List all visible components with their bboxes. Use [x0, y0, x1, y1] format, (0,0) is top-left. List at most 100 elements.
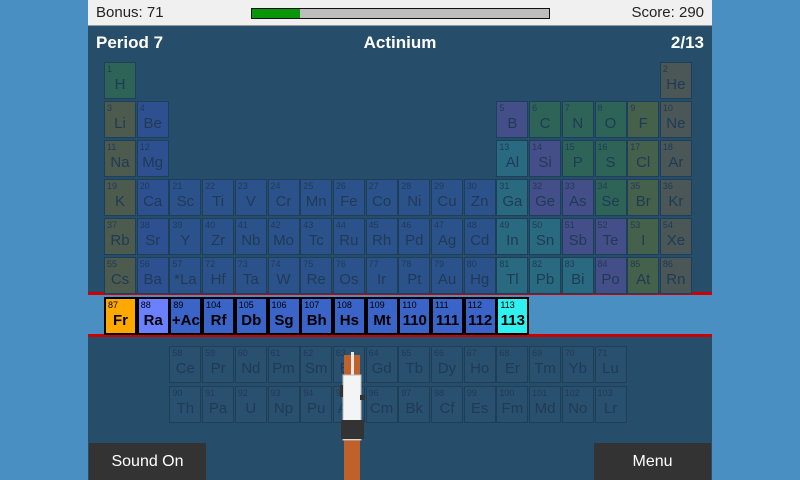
element-cell-tl[interactable]: 81 Tl	[496, 257, 529, 294]
element-cell-os[interactable]: 76 Os	[332, 257, 365, 294]
element-cell-nd[interactable]: 60 Nd	[234, 346, 267, 383]
element-cell-co[interactable]: 27 Co	[365, 179, 398, 216]
element-cell-fm[interactable]: 100 Fm	[496, 386, 529, 423]
element-cell-au[interactable]: 79 Au	[431, 257, 463, 294]
element-cell-cu[interactable]: 29 Cu	[431, 179, 463, 216]
element-cell-mo[interactable]: 42 Mo	[267, 218, 300, 255]
element-cell-hs[interactable]: 108 Hs	[332, 297, 366, 335]
menu-button[interactable]: Menu	[594, 443, 711, 480]
element-cell-113[interactable]: 113 113	[496, 297, 530, 335]
element-cell-h[interactable]: 1H	[104, 62, 136, 99]
sound-toggle-button[interactable]: Sound On	[89, 443, 206, 480]
element-cell-n[interactable]: 7N	[561, 101, 594, 138]
element-cell-f[interactable]: 9F	[627, 101, 660, 138]
element-cell-at[interactable]: 85 At	[627, 257, 660, 294]
element-cell-pb[interactable]: 82 Pb	[529, 257, 562, 294]
gun-icon[interactable]	[330, 350, 375, 480]
element-cell-te[interactable]: 52 Te	[594, 218, 627, 255]
element-cell-sn[interactable]: 50 Sn	[529, 218, 562, 255]
element-cell-as[interactable]: 33 As	[561, 179, 594, 216]
element-cell-sr[interactable]: 38 Sr	[136, 218, 169, 255]
element-cell-bh[interactable]: 107 Bh	[300, 297, 334, 335]
element-cell-p[interactable]: 15 P	[561, 140, 594, 177]
element-cell-ar[interactable]: 18 Ar	[659, 140, 692, 177]
element-cell-pa[interactable]: 91 Pa	[202, 386, 235, 423]
element-cell-tb[interactable]: 65 Tb	[398, 346, 431, 383]
element-cell-md[interactable]: 101 Md	[529, 386, 562, 423]
element-cell-db[interactable]: 105 Db	[234, 297, 268, 335]
element-cell-112[interactable]: 112 112	[463, 297, 497, 335]
element-cell-mt[interactable]: 109 Mt	[365, 297, 399, 335]
element-cell-yb[interactable]: 70 Yb	[561, 346, 594, 383]
element-cell-sb[interactable]: 51 Sb	[561, 218, 594, 255]
element-cell-cs[interactable]: 55 Cs	[104, 257, 136, 294]
element-cell-ta[interactable]: 73 Ta	[234, 257, 267, 294]
element-cell-ti[interactable]: 22 Ti	[202, 179, 235, 216]
element-cell-no[interactable]: 102 No	[561, 386, 594, 423]
element-cell-si[interactable]: 14 Si	[529, 140, 562, 177]
element-cell-hf[interactable]: 72 Hf	[202, 257, 235, 294]
element-cell-in[interactable]: 49 In	[496, 218, 529, 255]
element-cell-b[interactable]: 5B	[496, 101, 529, 138]
element-cell-bi[interactable]: 83 Bi	[561, 257, 594, 294]
element-cell-lu[interactable]: 71 Lu	[594, 346, 627, 383]
element-cell-s[interactable]: 16 S	[594, 140, 627, 177]
element-cell-bk[interactable]: 97 Bk	[398, 386, 431, 423]
element-cell-li[interactable]: 3 Li	[104, 101, 136, 138]
element-cell-nb[interactable]: 41 Nb	[234, 218, 267, 255]
element-cell-rf[interactable]: 104 Rf	[202, 297, 236, 335]
element-cell-ir[interactable]: 77 Ir	[365, 257, 398, 294]
element-cell-ac[interactable]: 89 +Ac	[169, 297, 203, 335]
element-cell-na[interactable]: 11 Na	[104, 140, 136, 177]
element-cell-th[interactable]: 90 Th	[169, 386, 202, 423]
element-cell-pm[interactable]: 61 Pm	[267, 346, 300, 383]
element-cell-dy[interactable]: 66 Dy	[431, 346, 463, 383]
element-cell-110[interactable]: 110 110	[398, 297, 432, 335]
element-cell-c[interactable]: 6C	[529, 101, 562, 138]
element-cell-tm[interactable]: 69 Tm	[529, 346, 562, 383]
element-cell-ni[interactable]: 28 Ni	[398, 179, 431, 216]
element-cell-xe[interactable]: 54 Xe	[659, 218, 692, 255]
element-cell-kr[interactable]: 36 Kr	[659, 179, 692, 216]
element-cell-fr[interactable]: 87 Fr	[104, 297, 137, 335]
element-cell-sm[interactable]: 62 Sm	[300, 346, 333, 383]
element-cell-mn[interactable]: 25 Mn	[300, 179, 333, 216]
element-cell-br[interactable]: 35 Br	[627, 179, 660, 216]
element-cell-ca[interactable]: 20 Ca	[136, 179, 169, 216]
element-cell-rb[interactable]: 37 Rb	[104, 218, 136, 255]
element-cell-po[interactable]: 84 Po	[594, 257, 627, 294]
element-cell-hg[interactable]: 80 Hg	[463, 257, 496, 294]
element-cell-re[interactable]: 75 Re	[300, 257, 333, 294]
element-cell-ne[interactable]: 10 Ne	[659, 101, 692, 138]
element-cell-y[interactable]: 39 Y	[169, 218, 202, 255]
element-cell-np[interactable]: 93 Np	[267, 386, 300, 423]
element-cell-he[interactable]: 2 He	[659, 62, 692, 99]
element-cell-rn[interactable]: 86 Rn	[659, 257, 692, 294]
element-cell-se[interactable]: 34 Se	[594, 179, 627, 216]
element-cell-fe[interactable]: 26 Fe	[332, 179, 365, 216]
element-cell-mg[interactable]: 12 Mg	[136, 140, 169, 177]
element-cell-ba[interactable]: 56 Ba	[136, 257, 169, 294]
element-cell-cd[interactable]: 48 Cd	[463, 218, 496, 255]
element-cell-v[interactable]: 23 V	[234, 179, 267, 216]
element-cell-o[interactable]: 8O	[594, 101, 627, 138]
element-cell-pd[interactable]: 46 Pd	[398, 218, 431, 255]
element-cell-lr[interactable]: 103 Lr	[594, 386, 627, 423]
element-cell-cf[interactable]: 98 Cf	[431, 386, 463, 423]
element-cell-zr[interactable]: 40 Zr	[202, 218, 235, 255]
element-cell-er[interactable]: 68 Er	[496, 346, 529, 383]
element-cell-111[interactable]: 111 111	[431, 297, 464, 335]
element-cell-u[interactable]: 92 U	[234, 386, 267, 423]
element-cell-la[interactable]: 57 *La	[169, 257, 202, 294]
element-cell-ga[interactable]: 31 Ga	[496, 179, 529, 216]
element-cell-k[interactable]: 19 K	[104, 179, 136, 216]
element-cell-be[interactable]: 4 Be	[136, 101, 169, 138]
element-cell-rh[interactable]: 45 Rh	[365, 218, 398, 255]
element-cell-al[interactable]: 13 Al	[496, 140, 529, 177]
element-cell-cl[interactable]: 17 Cl	[627, 140, 660, 177]
element-cell-zn[interactable]: 30 Zn	[463, 179, 496, 216]
element-cell-tc[interactable]: 43 Tc	[300, 218, 333, 255]
element-cell-ge[interactable]: 32 Ge	[529, 179, 562, 216]
element-cell-ce[interactable]: 58 Ce	[169, 346, 202, 383]
element-cell-ra[interactable]: 88 Ra	[136, 297, 170, 335]
